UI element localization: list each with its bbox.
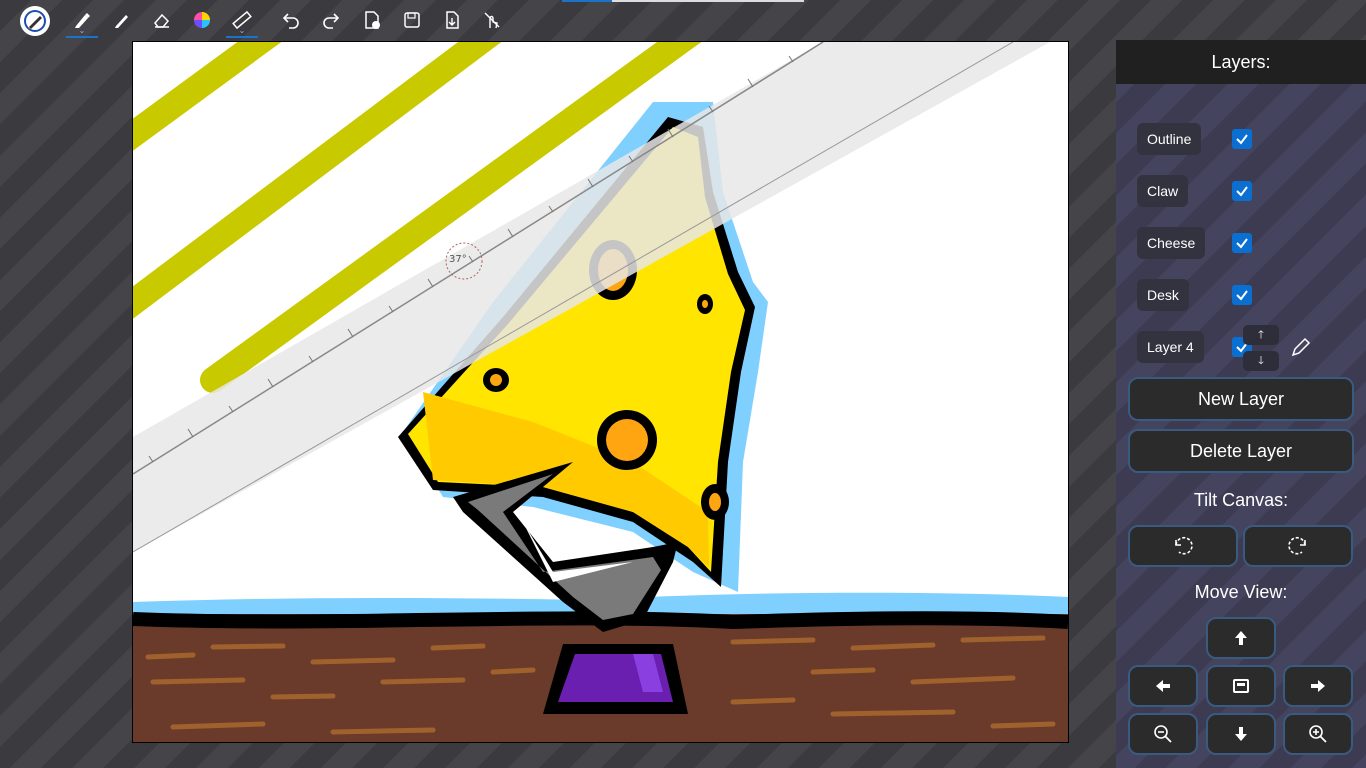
- move-view-label: Move View:: [1194, 582, 1288, 602]
- layer-name[interactable]: Cheese: [1137, 227, 1206, 259]
- tilt-left-button[interactable]: [1128, 525, 1238, 567]
- layer-row-outline: Outline: [1137, 123, 1252, 155]
- checkmark-icon: [1236, 134, 1248, 145]
- move-right-button[interactable]: [1283, 665, 1353, 707]
- arrow-left-icon: [1156, 680, 1170, 692]
- app-logo-icon[interactable]: [20, 6, 50, 36]
- selected-underline: [66, 36, 98, 38]
- export-icon[interactable]: [434, 2, 470, 38]
- drawing-artwork: [133, 42, 1068, 742]
- checkmark-icon: [1236, 186, 1248, 197]
- layer-row-claw: Claw: [1137, 175, 1252, 207]
- panel-title: Layers:: [1116, 40, 1366, 84]
- selected-underline: [226, 36, 258, 38]
- layer-name[interactable]: Layer 4: [1137, 331, 1204, 363]
- color-wheel-icon[interactable]: [184, 2, 220, 38]
- chevron-down-icon: ⌄: [238, 26, 246, 35]
- tilt-right-button[interactable]: [1243, 525, 1353, 567]
- layer-row-cheese: Cheese: [1137, 227, 1252, 259]
- new-file-icon[interactable]: [354, 2, 390, 38]
- delete-layer-button[interactable]: Delete Layer: [1128, 429, 1354, 473]
- layer-name[interactable]: Desk: [1137, 279, 1189, 311]
- ballpoint-pen-icon[interactable]: ⌄: [64, 2, 100, 38]
- touch-draw-icon[interactable]: [474, 2, 510, 38]
- arrow-right-icon: [1311, 680, 1325, 692]
- title-indicator: [562, 0, 804, 2]
- eraser-icon[interactable]: [144, 2, 180, 38]
- layer-visibility-checkbox[interactable]: [1232, 233, 1252, 253]
- checkmark-icon: [1236, 238, 1248, 249]
- layer-row-layer-4: Layer 4: [1137, 331, 1252, 363]
- undo-icon[interactable]: [273, 2, 309, 38]
- layer-visibility-checkbox[interactable]: [1232, 129, 1252, 149]
- edit-layer-pencil-icon[interactable]: [1290, 336, 1312, 363]
- zoom-in-button[interactable]: [1283, 713, 1353, 755]
- layer-visibility-checkbox[interactable]: [1232, 285, 1252, 305]
- fit-screen-icon: [1233, 679, 1249, 693]
- move-left-button[interactable]: [1128, 665, 1198, 707]
- new-layer-button[interactable]: New Layer: [1128, 377, 1354, 421]
- move-up-button[interactable]: [1206, 617, 1276, 659]
- arrow-down-icon: 🡓: [1258, 354, 1264, 367]
- layers-panel: Layers: Outline Claw Cheese Desk Layer 4…: [1116, 40, 1366, 768]
- ruler-icon[interactable]: ⌄: [224, 2, 260, 38]
- layer-row-desk: Desk: [1137, 279, 1252, 311]
- checkmark-icon: [1236, 290, 1248, 301]
- rotate-right-icon: [1288, 536, 1306, 555]
- move-down-button[interactable]: [1206, 713, 1276, 755]
- zoom-out-icon: [1154, 725, 1172, 743]
- ruler-angle-label: 37°: [449, 254, 467, 265]
- move-layer-up-button[interactable]: 🡑: [1243, 325, 1279, 345]
- pencil-icon[interactable]: [104, 2, 140, 38]
- arrow-down-icon: [1235, 727, 1247, 741]
- tilt-canvas-label: Tilt Canvas:: [1193, 490, 1289, 510]
- layer-visibility-checkbox[interactable]: [1232, 181, 1252, 201]
- drawing-canvas[interactable]: 37°: [132, 41, 1069, 743]
- zoom-out-button[interactable]: [1128, 713, 1198, 755]
- arrow-up-icon: [1235, 631, 1247, 645]
- move-layer-down-button[interactable]: 🡓: [1243, 351, 1279, 371]
- layer-name[interactable]: Outline: [1137, 123, 1202, 155]
- chevron-down-icon: ⌄: [78, 26, 86, 35]
- rotate-left-icon: [1175, 536, 1193, 555]
- arrow-up-icon: 🡑: [1258, 328, 1264, 341]
- layer-name[interactable]: Claw: [1137, 175, 1189, 207]
- redo-icon[interactable]: [313, 2, 349, 38]
- zoom-in-icon: [1309, 725, 1327, 743]
- toolbar: ⌄ ⌄: [0, 0, 1116, 40]
- save-icon[interactable]: [394, 2, 430, 38]
- reset-view-button[interactable]: [1206, 665, 1276, 707]
